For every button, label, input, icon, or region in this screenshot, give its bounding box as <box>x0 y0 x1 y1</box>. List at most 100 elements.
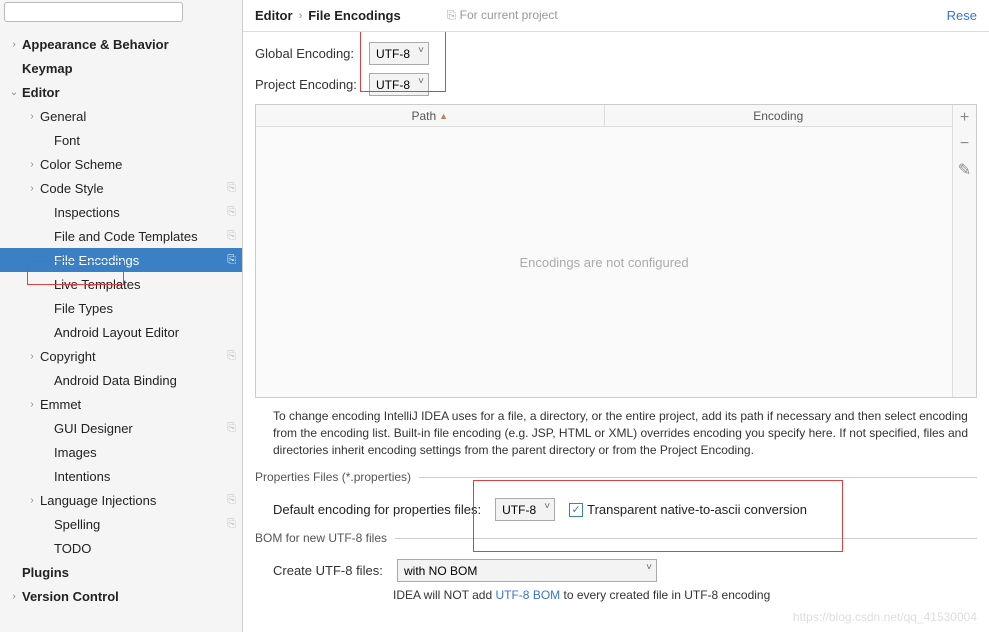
chevron-down-icon: ⌄ <box>8 87 20 98</box>
sort-indicator-icon: ▲ <box>439 111 448 121</box>
sidebar-item-plugins[interactable]: Plugins <box>0 560 242 584</box>
sidebar-item-appearance-behavior[interactable]: ›Appearance & Behavior <box>0 32 242 56</box>
chevron-right-icon: › <box>26 111 38 122</box>
project-scope-icon: ⎘ <box>227 422 236 435</box>
settings-tree[interactable]: ›Appearance & BehaviorKeymap⌄Editor›Gene… <box>0 26 242 632</box>
breadcrumb: Editor › File Encodings For current proj… <box>243 0 989 32</box>
breadcrumb-file-encodings: File Encodings <box>308 8 400 23</box>
project-encoding-label: Project Encoding: <box>255 77 359 92</box>
sidebar-item-label: Images <box>54 445 236 460</box>
sidebar-item-label: Plugins <box>22 565 236 580</box>
sidebar-item-android-data-binding[interactable]: Android Data Binding <box>0 368 242 392</box>
sidebar-item-intentions[interactable]: Intentions <box>0 464 242 488</box>
sidebar-item-live-templates[interactable]: Live Templates <box>0 272 242 296</box>
chevron-right-icon: › <box>26 399 38 410</box>
project-scope-icon: ⎘ <box>227 350 236 363</box>
properties-group: Properties Files (*.properties) Default … <box>255 470 977 521</box>
sidebar-item-label: TODO <box>54 541 236 556</box>
sidebar-item-editor[interactable]: ⌄Editor <box>0 80 242 104</box>
sidebar-item-label: Version Control <box>22 589 236 604</box>
sidebar-item-general[interactable]: ›General <box>0 104 242 128</box>
checkmark-icon: ✓ <box>569 503 583 517</box>
search-input[interactable] <box>4 2 183 22</box>
encodings-table: Path▲ Encoding Encodings are not configu… <box>255 104 977 398</box>
sidebar-item-todo[interactable]: TODO <box>0 536 242 560</box>
sidebar-item-label: File and Code Templates <box>54 229 227 244</box>
bom-select[interactable]: with NO BOM <box>397 559 657 582</box>
sidebar-item-file-types[interactable]: File Types <box>0 296 242 320</box>
chevron-right-icon: › <box>26 159 38 170</box>
bom-group: BOM for new UTF-8 files Create UTF-8 fil… <box>255 531 977 602</box>
sidebar-item-version-control[interactable]: ›Version Control <box>0 584 242 608</box>
sidebar-item-android-layout-editor[interactable]: Android Layout Editor <box>0 320 242 344</box>
sidebar-item-label: GUI Designer <box>54 421 227 436</box>
sidebar-item-label: Editor <box>22 85 236 100</box>
sidebar-item-label: Live Templates <box>54 277 236 292</box>
sidebar-item-label: Font <box>54 133 236 148</box>
sidebar-item-label: File Types <box>54 301 236 316</box>
bom-note: IDEA will NOT add UTF-8 BOM to every cre… <box>393 588 977 602</box>
sidebar-item-copyright[interactable]: ›Copyright⎘ <box>0 344 242 368</box>
sidebar-item-label: File Encodings <box>54 253 227 268</box>
sidebar-item-inspections[interactable]: Inspections⎘ <box>0 200 242 224</box>
project-encoding-select[interactable]: UTF-8 <box>369 73 429 96</box>
project-scope-icon: ⎘ <box>227 182 236 195</box>
settings-sidebar: ›Appearance & BehaviorKeymap⌄Editor›Gene… <box>0 0 243 632</box>
table-empty-text: Encodings are not configured <box>256 127 952 397</box>
add-button[interactable]: + <box>953 105 977 131</box>
chevron-right-icon: › <box>26 183 38 194</box>
sidebar-item-label: Spelling <box>54 517 227 532</box>
sidebar-item-font[interactable]: Font <box>0 128 242 152</box>
properties-encoding-select[interactable]: UTF-8 <box>495 498 555 521</box>
bom-label: Create UTF-8 files: <box>273 563 383 578</box>
column-path[interactable]: Path▲ <box>256 105 605 126</box>
chevron-right-icon: › <box>26 351 38 362</box>
sidebar-item-spelling[interactable]: Spelling⎘ <box>0 512 242 536</box>
table-toolbar: + − ✎ <box>952 105 976 397</box>
sidebar-item-label: Copyright <box>40 349 227 364</box>
sidebar-item-code-style[interactable]: ›Code Style⎘ <box>0 176 242 200</box>
search-row <box>0 0 242 26</box>
column-encoding[interactable]: Encoding <box>605 105 953 126</box>
sidebar-item-label: Emmet <box>40 397 236 412</box>
remove-button[interactable]: − <box>953 131 977 157</box>
sidebar-item-gui-designer[interactable]: GUI Designer⎘ <box>0 416 242 440</box>
sidebar-item-label: Inspections <box>54 205 227 220</box>
chevron-right-icon: › <box>299 10 303 22</box>
help-text: To change encoding IntelliJ IDEA uses fo… <box>273 408 977 458</box>
sidebar-item-label: Android Layout Editor <box>54 325 236 340</box>
sidebar-item-images[interactable]: Images <box>0 440 242 464</box>
chevron-right-icon: › <box>26 495 38 506</box>
sidebar-item-file-and-code-templates[interactable]: File and Code Templates⎘ <box>0 224 242 248</box>
chevron-right-icon: › <box>8 591 20 602</box>
global-encoding-label: Global Encoding: <box>255 46 359 61</box>
sidebar-item-keymap[interactable]: Keymap <box>0 56 242 80</box>
sidebar-item-color-scheme[interactable]: ›Color Scheme <box>0 152 242 176</box>
reset-link[interactable]: Rese <box>947 8 977 23</box>
project-scope-icon: ⎘ <box>227 518 236 531</box>
sidebar-item-emmet[interactable]: ›Emmet <box>0 392 242 416</box>
sidebar-item-language-injections[interactable]: ›Language Injections⎘ <box>0 488 242 512</box>
chevron-right-icon: › <box>8 39 20 50</box>
breadcrumb-editor[interactable]: Editor <box>255 8 293 23</box>
project-scope-icon: ⎘ <box>227 206 236 219</box>
project-scope-icon: ⎘ <box>227 494 236 507</box>
sidebar-item-label: Language Injections <box>40 493 227 508</box>
project-scope-icon: ⎘ <box>227 230 236 243</box>
utf8-bom-link[interactable]: UTF-8 BOM <box>495 588 560 602</box>
edit-button[interactable]: ✎ <box>953 157 977 183</box>
sidebar-item-label: Android Data Binding <box>54 373 236 388</box>
properties-encoding-label: Default encoding for properties files: <box>273 502 481 517</box>
watermark: https://blog.csdn.net/qq_41530004 <box>793 610 977 624</box>
global-encoding-select[interactable]: UTF-8 <box>369 42 429 65</box>
sidebar-item-file-encodings[interactable]: File Encodings⎘ <box>0 248 242 272</box>
native-to-ascii-checkbox[interactable]: ✓ Transparent native-to-ascii conversion <box>569 502 807 517</box>
main-panel: Editor › File Encodings For current proj… <box>243 0 989 632</box>
sidebar-item-label: General <box>40 109 236 124</box>
sidebar-item-label: Intentions <box>54 469 236 484</box>
properties-legend: Properties Files (*.properties) <box>255 470 419 484</box>
sidebar-item-label: Code Style <box>40 181 227 196</box>
project-scope-icon: ⎘ <box>227 254 236 267</box>
sidebar-item-label: Color Scheme <box>40 157 236 172</box>
bom-legend: BOM for new UTF-8 files <box>255 531 395 545</box>
